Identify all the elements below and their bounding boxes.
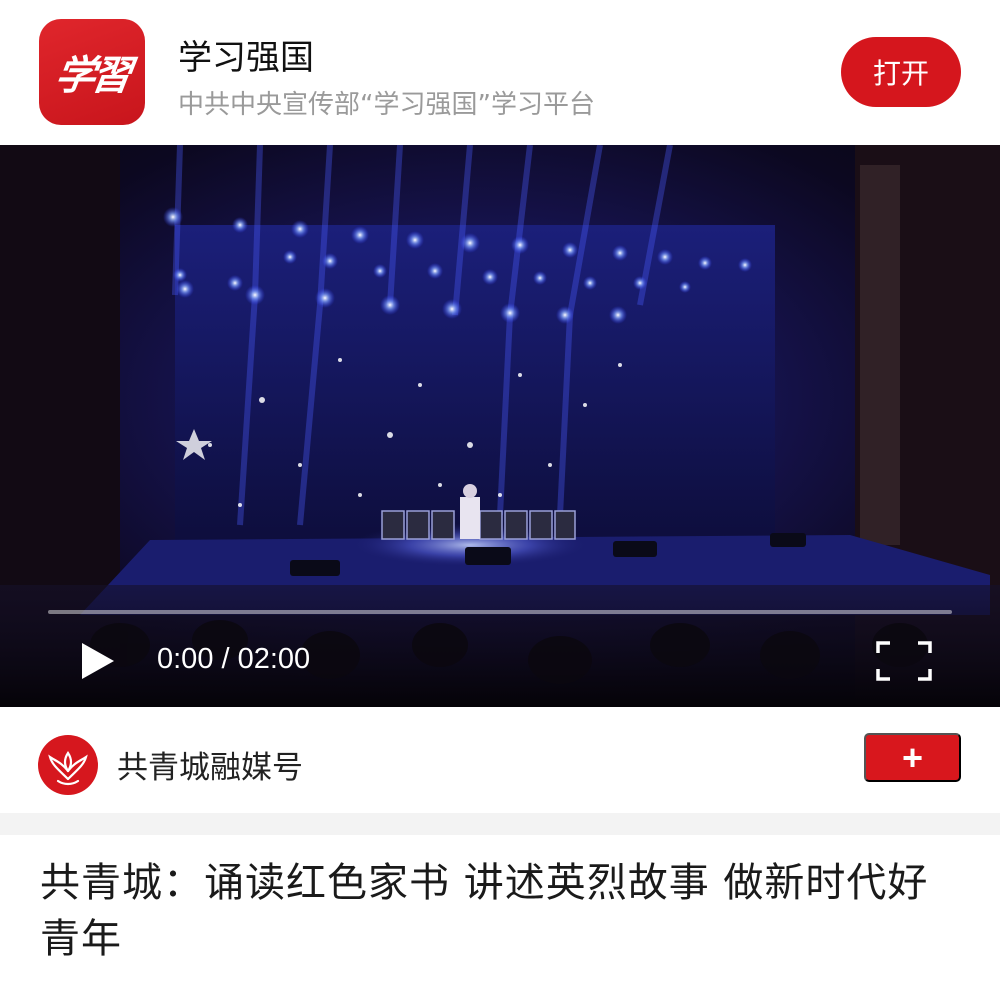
video-player[interactable]: 0:00 / 02:00 bbox=[0, 145, 1000, 707]
follow-button[interactable]: + bbox=[864, 733, 961, 782]
app-logo[interactable]: 学習 bbox=[39, 19, 145, 125]
open-app-button[interactable]: 打开 bbox=[841, 37, 961, 107]
app-logo-text: 学習 bbox=[52, 52, 131, 99]
author-avatar[interactable] bbox=[38, 735, 98, 795]
app-name: 学习强国 bbox=[178, 38, 314, 78]
progress-bar[interactable] bbox=[48, 610, 952, 614]
app-subtitle: 中共中央宣传部“学习强国”学习平台 bbox=[178, 90, 595, 120]
video-frame bbox=[0, 145, 1000, 707]
section-divider bbox=[0, 813, 1000, 835]
author-bar: 共青城融媒号 + bbox=[0, 707, 1000, 813]
app-banner: 学習 学习强国 中共中央宣传部“学习强国”学习平台 打开 bbox=[0, 0, 1000, 145]
play-icon[interactable] bbox=[78, 641, 118, 681]
author-name[interactable]: 共青城融媒号 bbox=[117, 742, 303, 787]
fullscreen-icon[interactable] bbox=[876, 641, 932, 681]
phoenix-logo-icon bbox=[48, 751, 88, 786]
article-title: 共青城：诵读红色家书 讲述英烈故事 做新时代好青年 bbox=[40, 860, 929, 962]
time-display: 0:00 / 02:00 bbox=[157, 643, 311, 675]
